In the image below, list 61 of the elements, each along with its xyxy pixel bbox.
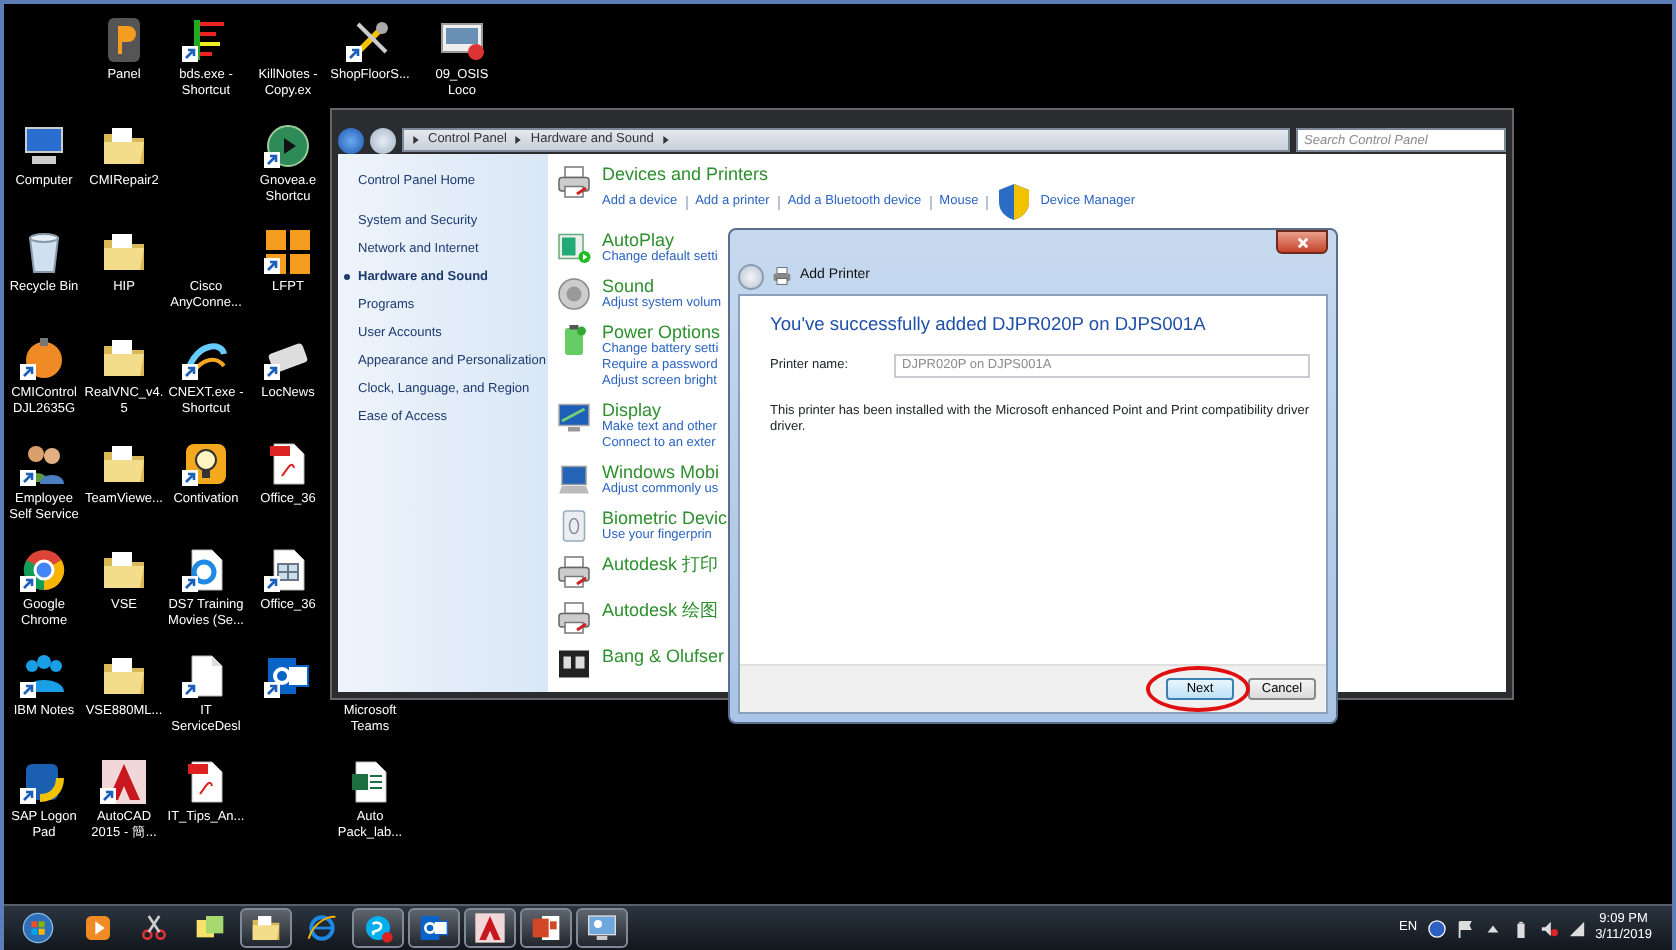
app-icon: [20, 758, 68, 806]
signal-icon[interactable]: [1567, 919, 1586, 937]
category-title[interactable]: Autodesk 绘图: [602, 600, 719, 620]
category-title[interactable]: Bang & Olufser: [602, 646, 725, 666]
flag-icon[interactable]: [1455, 919, 1474, 937]
gauge-icon: [20, 334, 68, 382]
dialog-heading: You've successfully added DJPR020P on DJPS001A: [770, 312, 1208, 338]
display-icon: [556, 400, 592, 436]
taskbar-button[interactable]: [464, 908, 516, 948]
category-title[interactable]: Biometric Devic: [602, 508, 728, 528]
audio-logo-icon: [556, 646, 592, 682]
muted-volume-icon[interactable]: [1539, 919, 1558, 937]
tools-icon: [346, 16, 394, 64]
category-title[interactable]: Devices and Printers: [602, 164, 1136, 184]
folder-icon: [250, 912, 282, 944]
speaker-icon: [556, 276, 592, 312]
play-icon: [82, 912, 114, 944]
taskbar-button[interactable]: [240, 908, 292, 948]
printer-icon: [556, 164, 592, 200]
triangle-logo-icon: [100, 758, 148, 806]
category-title[interactable]: Windows Mobi: [602, 462, 720, 482]
slide-document-icon: [530, 912, 562, 944]
triangle-logo-icon: [474, 912, 506, 944]
ring-icon: [20, 546, 68, 594]
breadcrumb-arrow-icon: [412, 136, 420, 145]
people-icon: [20, 652, 68, 700]
back-button[interactable]: [338, 127, 364, 154]
windows-orb-icon: [22, 912, 54, 944]
close-icon: [1295, 235, 1309, 249]
help-icon[interactable]: [1427, 919, 1446, 937]
category-title[interactable]: Power Options: [602, 322, 721, 342]
category-title[interactable]: Sound: [602, 276, 722, 296]
taskbar-button[interactable]: [576, 908, 628, 948]
category-title[interactable]: AutoPlay: [602, 230, 718, 250]
chat-icon: [362, 912, 394, 944]
bulb-icon: [182, 440, 230, 488]
forward-button[interactable]: [370, 127, 396, 154]
category-title[interactable]: Display: [602, 400, 717, 420]
breadcrumb-arrow-icon: [661, 136, 670, 145]
bar-graph-icon: [182, 16, 230, 64]
category-title[interactable]: Autodesk 打印: [602, 554, 719, 574]
autoplay-icon: [556, 230, 592, 266]
printer-icon: [556, 600, 592, 636]
laptop-icon: [556, 462, 592, 498]
taskbar-button[interactable]: [352, 908, 404, 948]
scissors-icon: [138, 912, 170, 944]
close-button[interactable]: [1276, 230, 1328, 254]
breadcrumb-arrow-icon: [514, 136, 523, 145]
play-icon: [264, 122, 312, 170]
selected-bullet-icon: [344, 274, 350, 280]
mail-app-icon: [264, 652, 312, 700]
printer-icon: [772, 266, 792, 286]
monitor-icon: [586, 912, 618, 944]
printer-icon: [556, 554, 592, 590]
people-icon: [20, 440, 68, 488]
tiles-icon: [264, 228, 312, 276]
taskbar-button[interactable]: [520, 908, 572, 948]
battery-icon[interactable]: [1511, 919, 1530, 937]
taskbar-button[interactable]: [408, 908, 460, 948]
mail-app-icon: [418, 912, 450, 944]
globe-icon: [306, 912, 338, 944]
